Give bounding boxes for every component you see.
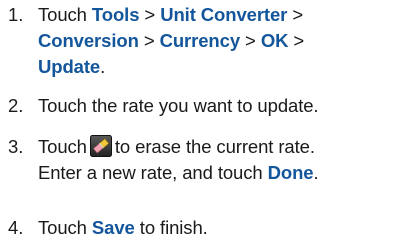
step-text-fragment: Touch — [38, 4, 92, 25]
step-text: Touch the rate you want to update. — [38, 95, 319, 116]
path-separator: > — [287, 4, 304, 25]
path-separator: > — [240, 30, 261, 51]
step-text-fragment: . — [100, 56, 106, 77]
step-text-fragment: Touch — [38, 136, 87, 157]
menu-path-update: Update — [38, 56, 101, 77]
path-separator: > — [139, 4, 161, 25]
step-line: Touch Tools > Unit Converter > — [38, 2, 396, 28]
step-text: Touch Save to finish. — [38, 215, 396, 241]
step-line: Touch to erase the current rate. — [38, 134, 396, 160]
eraser-icon — [89, 135, 112, 157]
path-separator: > — [138, 30, 160, 51]
menu-path-unit-converter: Unit Converter — [160, 4, 288, 25]
menu-path-ok: OK — [260, 30, 289, 51]
step-text: Touch Tools > Unit Converter > Conversio… — [38, 2, 396, 80]
step-text-fragment: to erase the current rate. — [114, 136, 315, 157]
button-name-save: Save — [91, 217, 135, 238]
menu-path-tools: Tools — [91, 4, 140, 25]
step-text: Touch to erase the current rate. Enter a… — [38, 134, 396, 186]
path-separator: > — [288, 30, 305, 51]
button-name-done: Done — [267, 162, 314, 183]
step-line: Conversion > Currency > OK > — [38, 28, 396, 54]
menu-path-conversion: Conversion — [38, 30, 139, 51]
step-number: 4. — [8, 217, 24, 238]
step-number: 3. — [8, 136, 24, 157]
step-text-fragment: . — [313, 162, 319, 183]
step-text-fragment: to finish. — [134, 217, 208, 238]
menu-path-currency: Currency — [159, 30, 241, 51]
step-text-fragment: Touch — [38, 217, 92, 238]
step-line: Enter a new rate, and touch Done. — [38, 160, 396, 186]
step-line: Update. — [38, 54, 396, 80]
step-number: 2. — [8, 95, 24, 116]
step-text-fragment: Enter a new rate, and touch — [38, 162, 268, 183]
step-number: 1. — [8, 4, 24, 25]
